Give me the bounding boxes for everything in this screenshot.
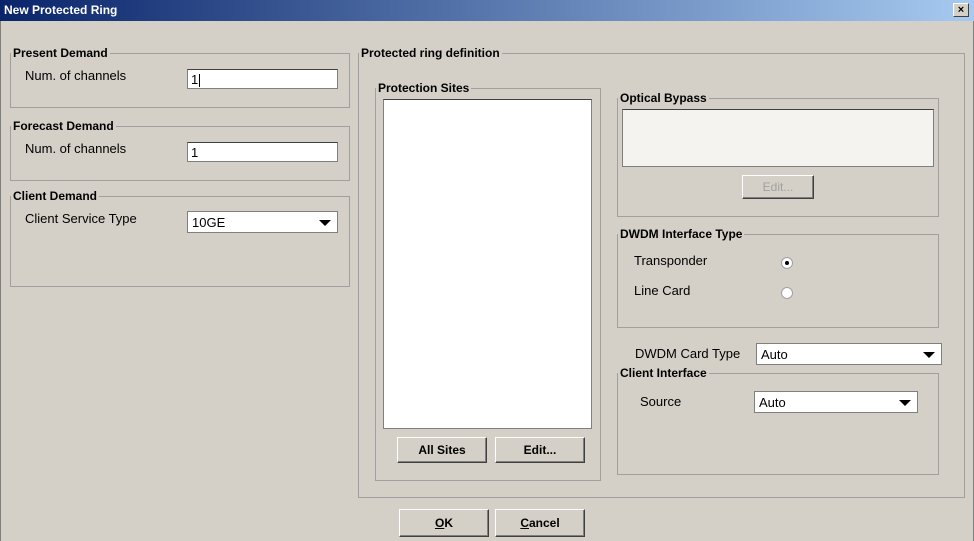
present-channels-input[interactable]: 1: [187, 69, 338, 89]
ok-button[interactable]: OK: [399, 509, 489, 537]
client-demand-legend: Client Demand: [13, 189, 98, 203]
dialog-body: Present Demand Num. of channels 1 Foreca…: [0, 21, 974, 541]
client-interface-legend: Client Interface: [620, 366, 707, 380]
forecast-channels-input[interactable]: 1: [187, 142, 338, 162]
forecast-channels-label: Num. of channels: [25, 141, 127, 156]
transponder-label: Transponder: [634, 253, 708, 268]
cancel-label-rest: ancel: [528, 516, 560, 530]
dwdm-card-type-label: DWDM Card Type: [635, 346, 741, 361]
protection-sites-legend: Protection Sites: [378, 81, 470, 95]
cancel-mnemonic: C: [520, 516, 529, 530]
cancel-button[interactable]: Cancel: [495, 509, 585, 537]
text-cursor: [199, 74, 201, 88]
present-channels-label: Num. of channels: [25, 68, 127, 83]
dwdm-card-type-select[interactable]: Auto: [756, 343, 942, 365]
source-label: Source: [640, 394, 682, 409]
ok-label-rest: K: [444, 516, 453, 530]
all-sites-button[interactable]: All Sites: [397, 437, 487, 463]
client-interface-group: Client Interface Source Auto: [617, 366, 939, 475]
source-value: Auto: [759, 395, 786, 410]
client-service-type-label: Client Service Type: [25, 211, 137, 226]
present-demand-legend: Present Demand: [13, 46, 108, 60]
transponder-radio[interactable]: [781, 257, 793, 269]
source-select[interactable]: Auto: [754, 391, 918, 413]
protection-sites-group: Protection Sites All Sites Edit...: [375, 81, 601, 481]
optical-bypass-legend: Optical Bypass: [620, 91, 707, 105]
dwdm-card-type-value: Auto: [761, 347, 788, 362]
forecast-demand-legend: Forecast Demand: [13, 119, 114, 133]
client-demand-group: Client Demand Client Service Type 10GE: [10, 189, 350, 287]
protection-sites-edit-button[interactable]: Edit...: [495, 437, 585, 463]
dwdm-interface-group: DWDM Interface Type Transponder Line Car…: [617, 227, 939, 328]
line-card-radio[interactable]: [781, 287, 793, 299]
title-bar: New Protected Ring ×: [0, 0, 974, 21]
forecast-demand-group: Forecast Demand Num. of channels 1: [10, 119, 350, 181]
protection-sites-list[interactable]: [383, 99, 592, 429]
chevron-down-icon: [899, 400, 911, 406]
present-demand-group: Present Demand Num. of channels 1: [10, 46, 350, 108]
line-card-label: Line Card: [634, 283, 691, 298]
client-service-type-select[interactable]: 10GE: [187, 211, 338, 233]
forecast-channels-value: 1: [191, 145, 199, 160]
optical-bypass-edit-button[interactable]: Edit...: [742, 175, 814, 199]
dwdm-interface-legend: DWDM Interface Type: [620, 227, 743, 241]
client-service-type-value: 10GE: [192, 215, 226, 230]
optical-bypass-group: Optical Bypass Edit...: [617, 91, 939, 217]
chevron-down-icon: [319, 220, 331, 226]
optical-bypass-list[interactable]: [622, 109, 934, 167]
close-icon: ×: [957, 4, 965, 16]
ok-mnemonic: O: [434, 516, 445, 530]
chevron-down-icon: [923, 352, 935, 358]
close-button[interactable]: ×: [953, 3, 969, 17]
ring-definition-legend: Protected ring definition: [361, 46, 500, 60]
window-title: New Protected Ring: [4, 3, 118, 17]
present-channels-value: 1: [191, 72, 199, 87]
